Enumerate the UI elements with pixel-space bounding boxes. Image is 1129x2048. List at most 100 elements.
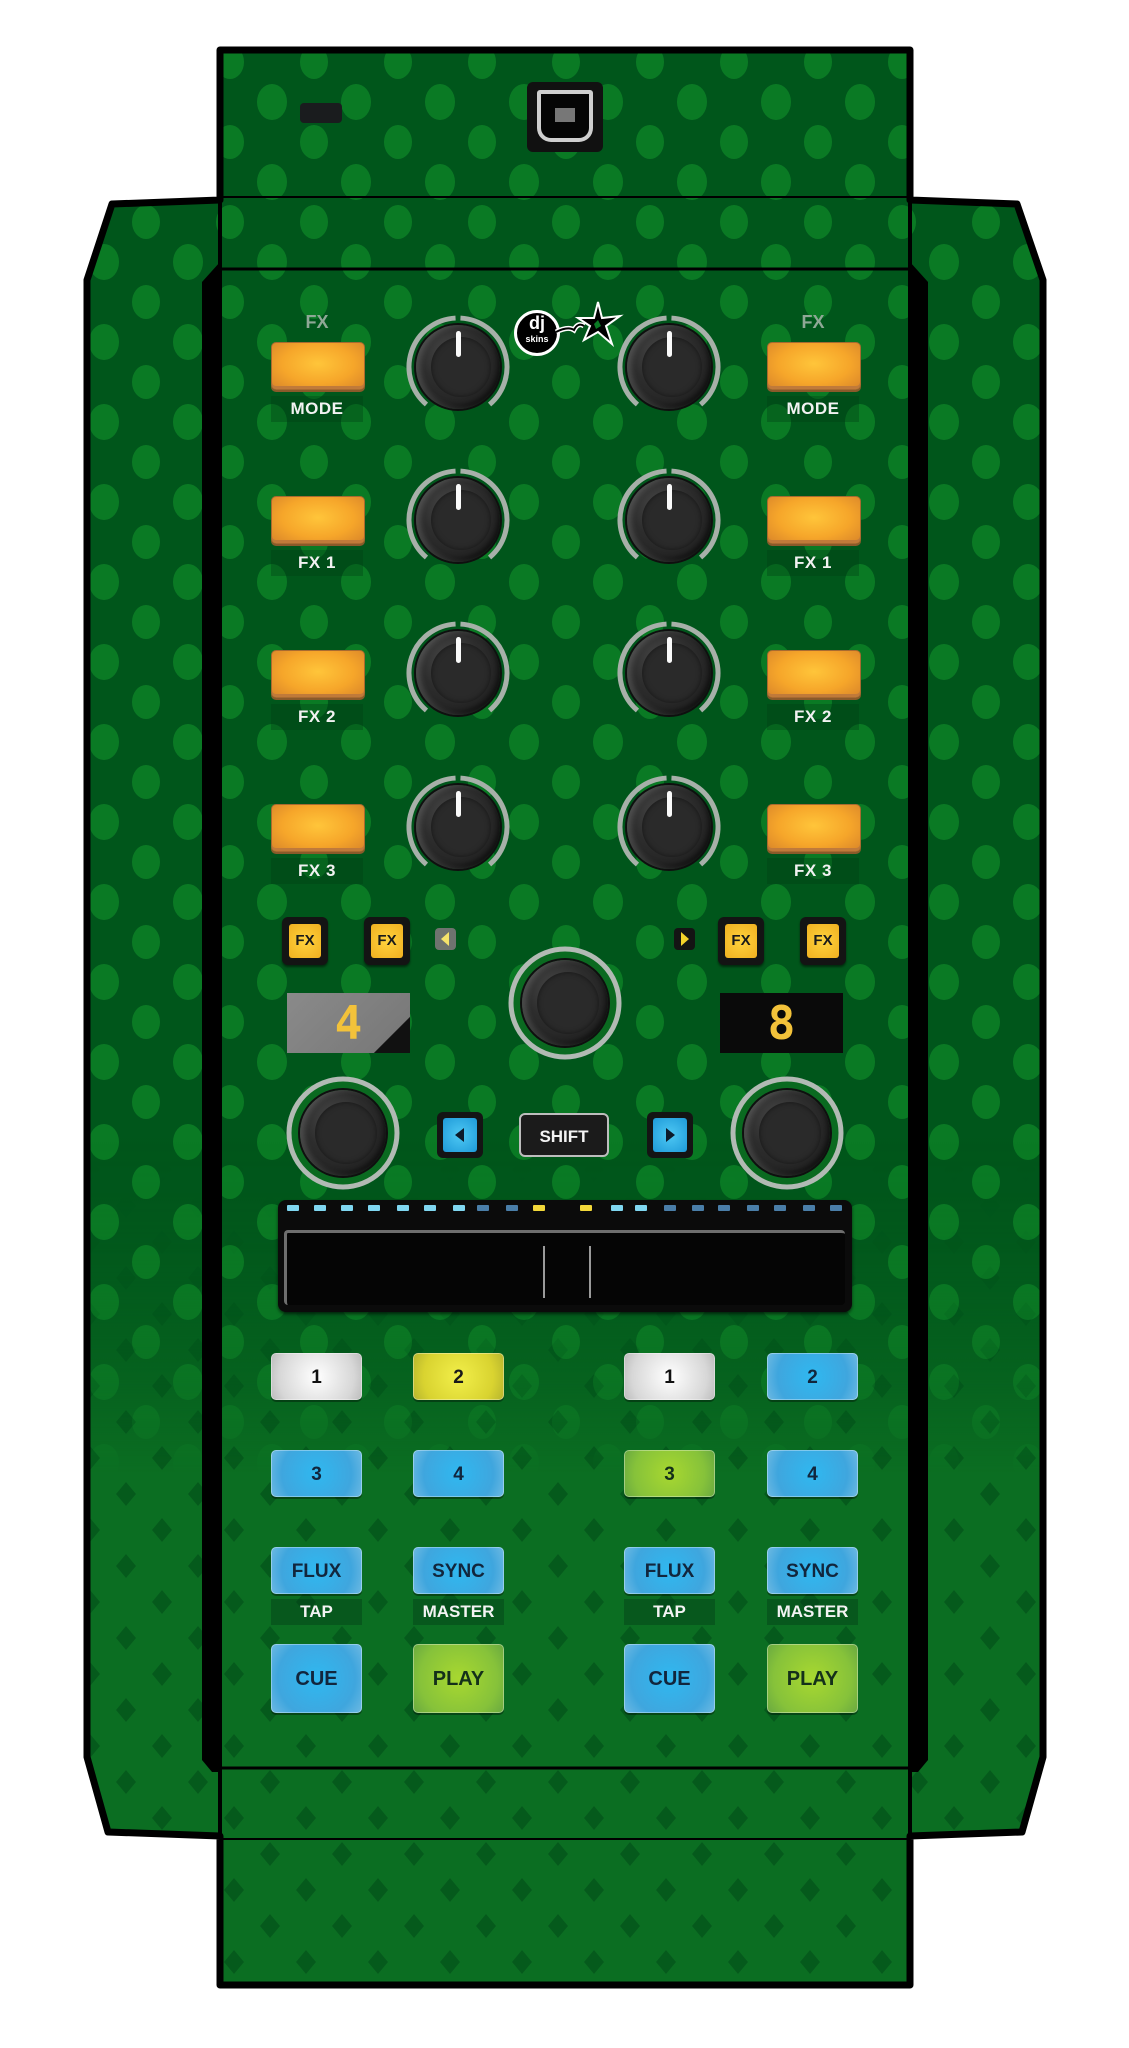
- right-fx-assign-2-button[interactable]: FX: [800, 917, 846, 965]
- left-fx-knob-1-cap: [430, 336, 492, 398]
- right-fx1-button[interactable]: [767, 496, 861, 544]
- touch-strip-led-right-5: [692, 1205, 704, 1211]
- right-flux-button[interactable]: FLUX: [624, 1547, 715, 1594]
- right-fx1-label: FX 1: [767, 550, 859, 576]
- right-fx-knob-4[interactable]: [627, 785, 711, 869]
- right-hotcue-1-button[interactable]: 1: [624, 1353, 715, 1400]
- right-fx-title: FX: [801, 312, 825, 332]
- shift-button[interactable]: SHIFT: [519, 1113, 609, 1157]
- left-fx-assign-2-button[interactable]: FX: [364, 917, 410, 965]
- touch-strip-marker-left: [543, 1246, 545, 1298]
- left-fx2-label: FX 2: [271, 704, 363, 730]
- left-cue-button[interactable]: CUE: [271, 1644, 362, 1713]
- left-flux-button[interactable]: FLUX: [271, 1547, 362, 1594]
- left-fx-assign-1-label: FX: [289, 924, 321, 958]
- left-loop-encoder[interactable]: [300, 1090, 386, 1176]
- left-fx1-label: FX 1: [271, 550, 363, 576]
- right-cue-button[interactable]: CUE: [624, 1644, 715, 1713]
- right-fx-knob-3[interactable]: [627, 631, 711, 715]
- right-play-button[interactable]: PLAY: [767, 1644, 858, 1713]
- left-fx3-label: FX 3: [271, 858, 363, 884]
- right-fx-mode-label: MODE: [767, 396, 859, 422]
- usb-port-pins: [555, 108, 575, 122]
- left-fx-knob-1[interactable]: [416, 325, 500, 409]
- left-fx2-button[interactable]: [271, 650, 365, 698]
- left-deck-display: 4: [287, 993, 410, 1053]
- touch-strip-led-right-2: [611, 1205, 623, 1211]
- touch-strip-led-left-3: [341, 1205, 353, 1211]
- next-button-face: [653, 1118, 687, 1152]
- left-hotcue-1-button[interactable]: 1: [271, 1353, 362, 1400]
- previous-button-face: [443, 1118, 477, 1152]
- right-fx-mode-button[interactable]: [767, 342, 861, 390]
- left-fx3-button[interactable]: [271, 804, 365, 852]
- left-play-button[interactable]: PLAY: [413, 1644, 504, 1713]
- right-sync-button[interactable]: SYNC: [767, 1547, 858, 1594]
- left-fx-knob-1-indicator: [455, 331, 461, 357]
- left-fx-knob-2-cap: [430, 489, 492, 551]
- logo-text-dj: dj: [529, 313, 545, 333]
- touch-strip-led-right-9: [803, 1205, 815, 1211]
- right-fx-knob-1-indicator: [666, 331, 672, 357]
- touch-strip-led-right-7: [747, 1205, 759, 1211]
- left-fx-knob-3-cap: [430, 642, 492, 704]
- left-hotcue-2-button[interactable]: 2: [413, 1353, 504, 1400]
- touch-strip[interactable]: [278, 1200, 852, 1312]
- left-fx-knob-2[interactable]: [416, 478, 500, 562]
- left-fx-knob-4[interactable]: [416, 785, 500, 869]
- left-sync-button[interactable]: SYNC: [413, 1547, 504, 1594]
- touch-strip-led-right-6: [718, 1205, 730, 1211]
- usb-port-frame: [537, 90, 593, 142]
- right-fx-knob-1[interactable]: [627, 325, 711, 409]
- right-fx-knob-4-indicator: [666, 791, 672, 817]
- right-fx-knob-2[interactable]: [627, 478, 711, 562]
- touch-strip-surface[interactable]: [284, 1230, 845, 1305]
- touch-strip-led-right-1: [580, 1205, 592, 1211]
- browse-encoder[interactable]: [522, 960, 608, 1046]
- right-fx-assign-1-button[interactable]: FX: [718, 917, 764, 965]
- touch-strip-led-left-9: [506, 1205, 518, 1211]
- touch-strip-led-left-4: [368, 1205, 380, 1211]
- right-fx-knob-3-cap: [641, 642, 703, 704]
- right-fx-assign-1-label: FX: [725, 924, 757, 958]
- right-fx-knob-1-cap: [641, 336, 703, 398]
- left-fx1-button[interactable]: [271, 496, 365, 544]
- left-fx-title: FX: [305, 312, 329, 332]
- right-loop-encoder[interactable]: [744, 1090, 830, 1176]
- right-master-label: MASTER: [767, 1599, 858, 1625]
- right-hotcue-3-button[interactable]: 3: [624, 1450, 715, 1497]
- left-fx-assign-2-label: FX: [371, 924, 403, 958]
- left-fx-knob-4-indicator: [455, 791, 461, 817]
- next-button[interactable]: [647, 1112, 693, 1158]
- usb-b-port-icon: [527, 82, 603, 152]
- left-fx-assign-1-button[interactable]: FX: [282, 917, 328, 965]
- touch-strip-led-right-10: [830, 1205, 842, 1211]
- arrow-right-icon: [666, 1128, 675, 1142]
- left-hotcue-4-button[interactable]: 4: [413, 1450, 504, 1497]
- right-hotcue-4-button[interactable]: 4: [767, 1450, 858, 1497]
- touch-strip-led-left-1: [287, 1205, 299, 1211]
- previous-button[interactable]: [437, 1112, 483, 1158]
- right-fx2-button[interactable]: [767, 650, 861, 698]
- right-fx-knob-2-cap: [641, 489, 703, 551]
- right-fx2-label: FX 2: [767, 704, 859, 730]
- left-deck-indicator: [435, 928, 456, 950]
- left-fx-mode-label: MODE: [271, 396, 363, 422]
- touch-strip-led-right-3: [635, 1205, 647, 1211]
- left-fx-knob-3-indicator: [455, 637, 461, 663]
- right-fx-knob-2-indicator: [666, 484, 672, 510]
- touch-strip-led-right-8: [774, 1205, 786, 1211]
- left-fx-knob-2-indicator: [455, 484, 461, 510]
- touch-strip-led-left-8: [477, 1205, 489, 1211]
- left-hotcue-3-button[interactable]: 3: [271, 1450, 362, 1497]
- arrow-left-icon: [441, 932, 449, 946]
- left-fx-mode-button[interactable]: [271, 342, 365, 390]
- right-fx-knob-4-cap: [641, 796, 703, 858]
- left-master-label: MASTER: [413, 1599, 504, 1625]
- left-fx-knob-4-cap: [430, 796, 492, 858]
- right-hotcue-2-button[interactable]: 2: [767, 1353, 858, 1400]
- logo-text-skins: skins: [525, 334, 549, 344]
- left-fx-knob-3[interactable]: [416, 631, 500, 715]
- right-fx3-button[interactable]: [767, 804, 861, 852]
- touch-strip-marker-right: [589, 1246, 591, 1298]
